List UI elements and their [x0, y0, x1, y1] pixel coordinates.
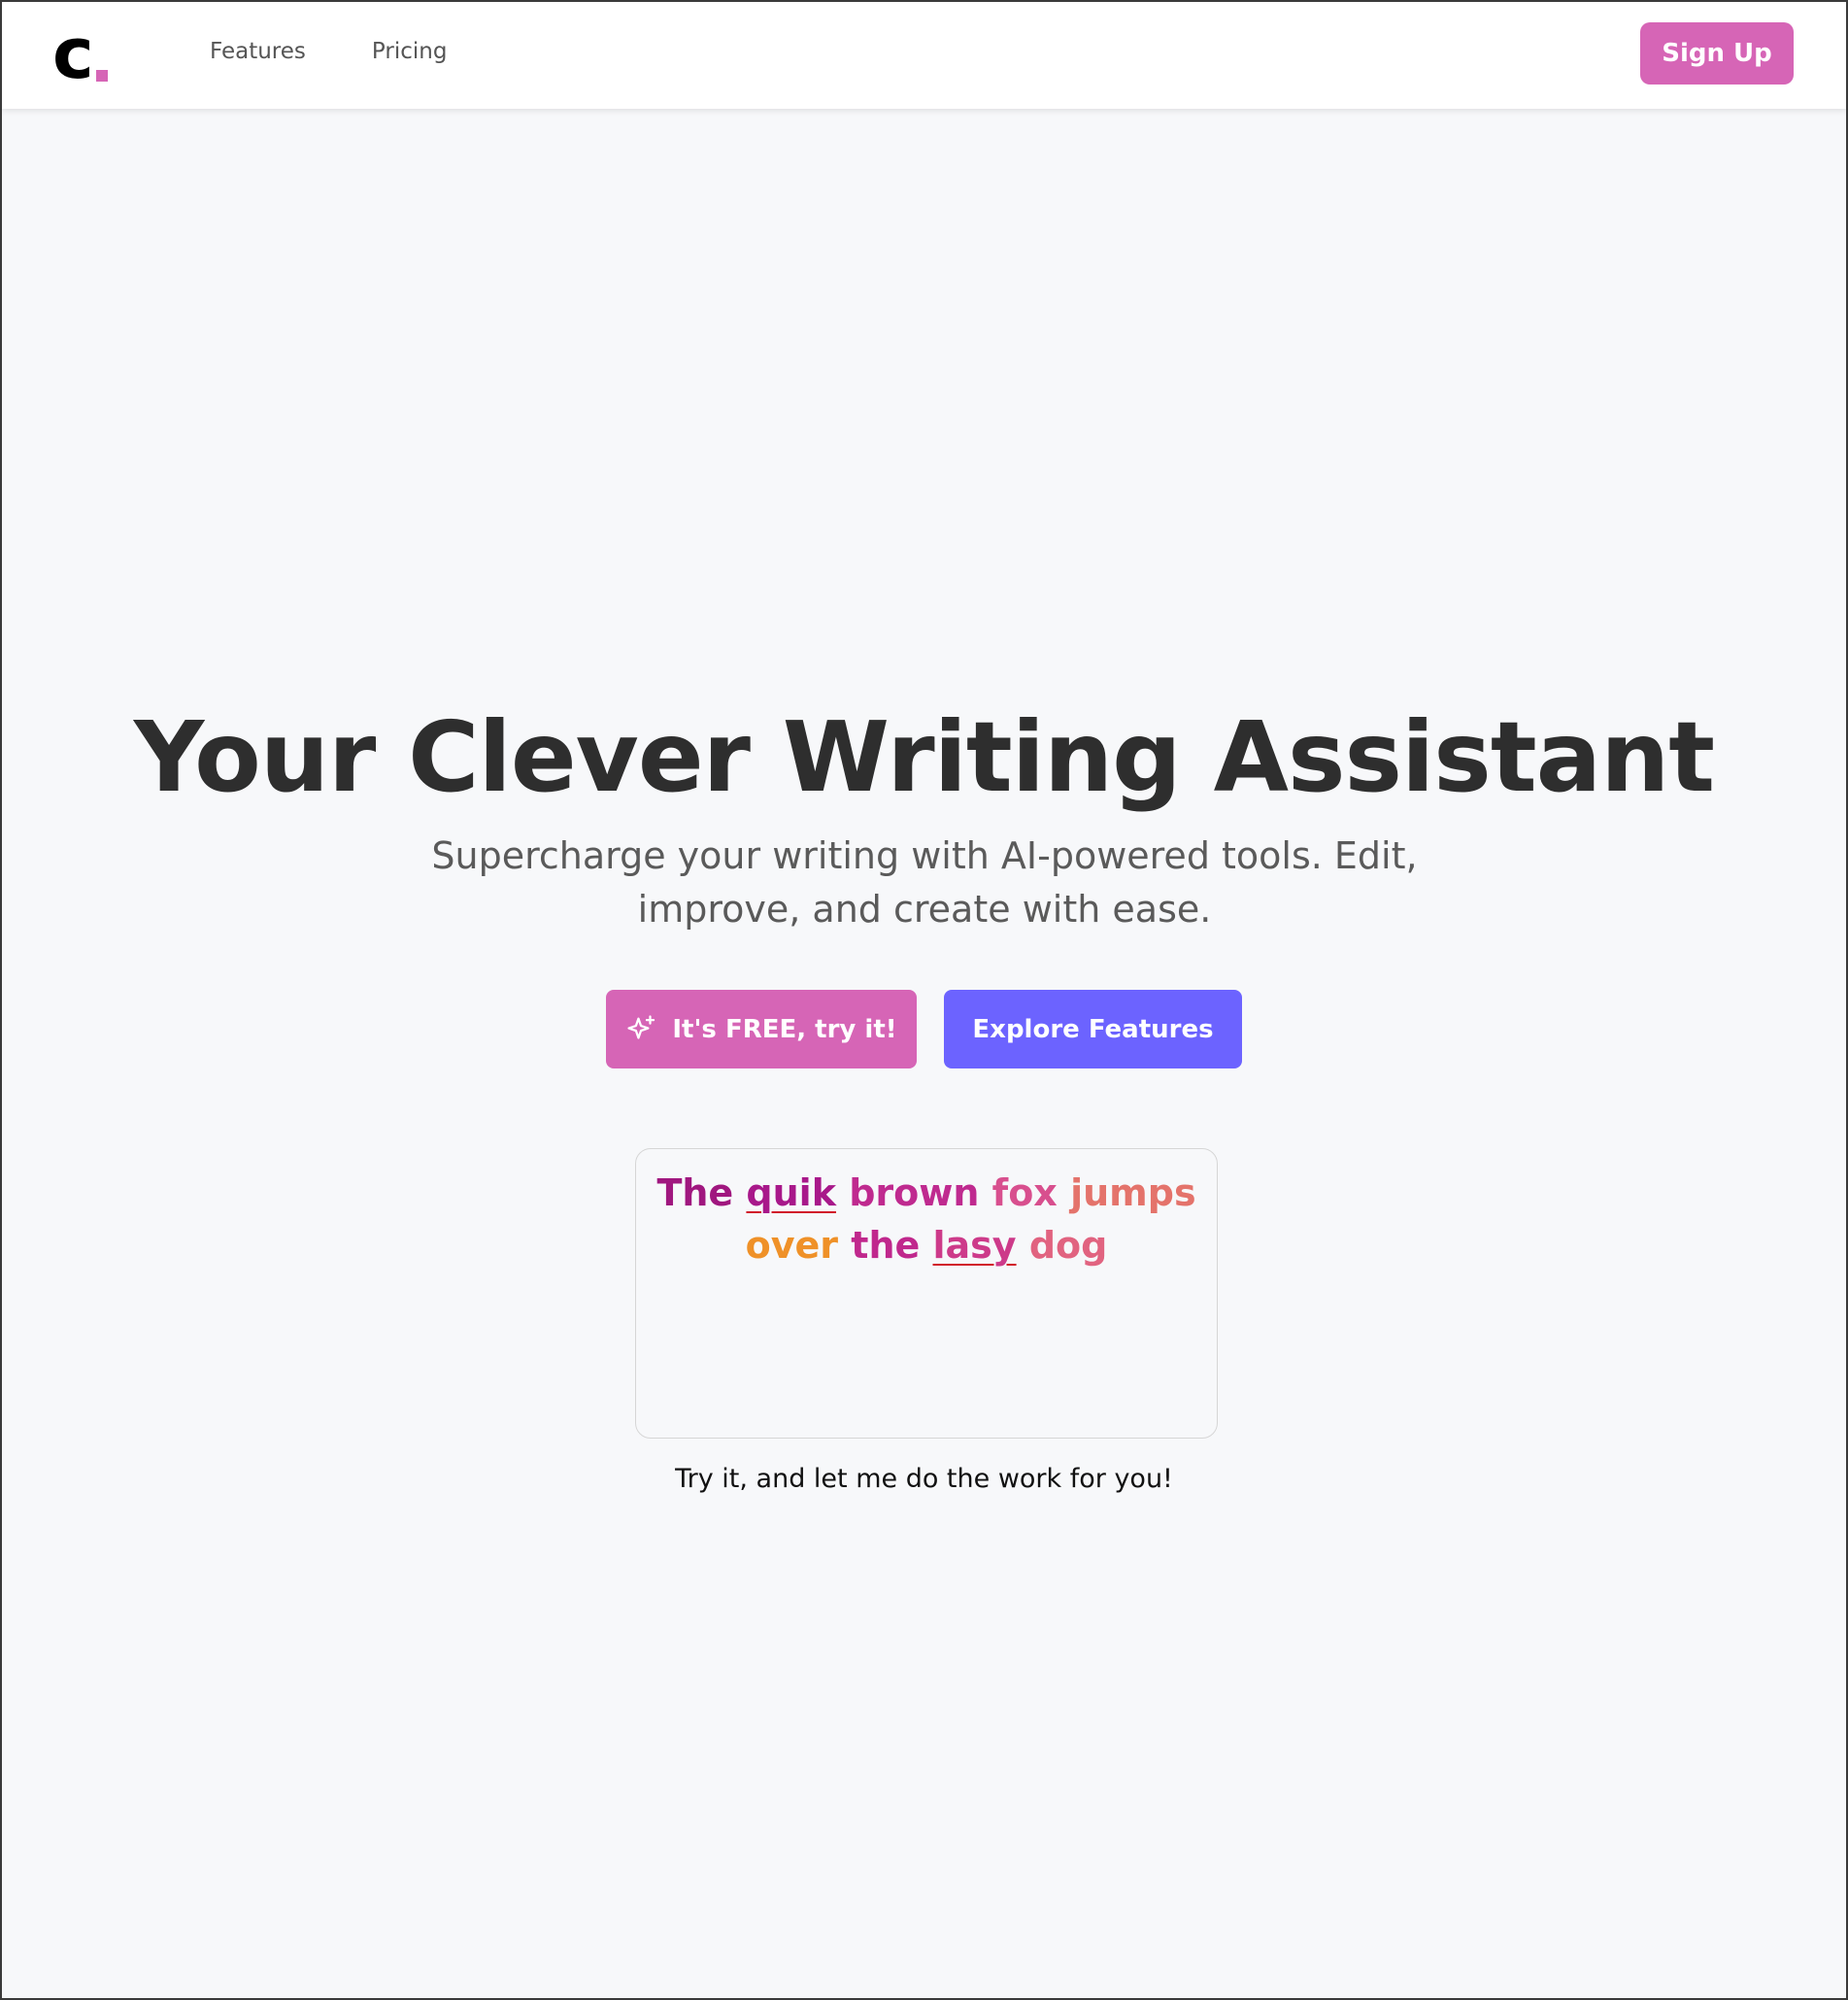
main-nav: Features Pricing: [210, 39, 447, 64]
demo-word: brown: [849, 1171, 980, 1214]
logo-letter: c: [52, 13, 94, 94]
logo[interactable]: c: [52, 13, 108, 94]
demo-word: over: [745, 1224, 839, 1267]
hero-title: Your Clever Writing Assistant: [133, 700, 1715, 814]
demo-word: The: [656, 1171, 734, 1214]
demo-word: jumps: [1070, 1171, 1196, 1214]
writing-demo-box[interactable]: The quik brown fox jumps over the lasy d…: [635, 1148, 1218, 1439]
nav-link-pricing[interactable]: Pricing: [372, 39, 448, 64]
nav-link-features[interactable]: Features: [210, 39, 306, 64]
try-free-button[interactable]: It's FREE, try it!: [606, 990, 917, 1068]
sparkle-icon: [627, 1014, 655, 1039]
hero-subtitle: Supercharge your writing with AI-powered…: [431, 834, 1418, 931]
sign-up-button[interactable]: Sign Up: [1640, 22, 1794, 85]
misspelled-word[interactable]: lasy: [933, 1224, 1017, 1267]
demo-word: fox: [991, 1171, 1058, 1214]
demo-caption: Try it, and let me do the work for you!: [675, 1464, 1173, 1494]
page-frame: c Features Pricing Sign Up Your Clever W…: [0, 0, 1848, 2000]
demo-word: the: [851, 1224, 921, 1267]
explore-features-button[interactable]: Explore Features: [944, 990, 1242, 1068]
demo-sentence: The quik brown fox jumps over the lasy d…: [650, 1167, 1203, 1271]
top-navbar: c Features Pricing Sign Up: [2, 2, 1846, 109]
logo-dot: [95, 70, 108, 82]
cta-row: It's FREE, try it! Explore Features: [2, 990, 1846, 1068]
misspelled-word[interactable]: quik: [746, 1171, 836, 1214]
demo-word: dog: [1028, 1224, 1108, 1267]
try-free-button-label: It's FREE, try it!: [672, 1014, 897, 1044]
